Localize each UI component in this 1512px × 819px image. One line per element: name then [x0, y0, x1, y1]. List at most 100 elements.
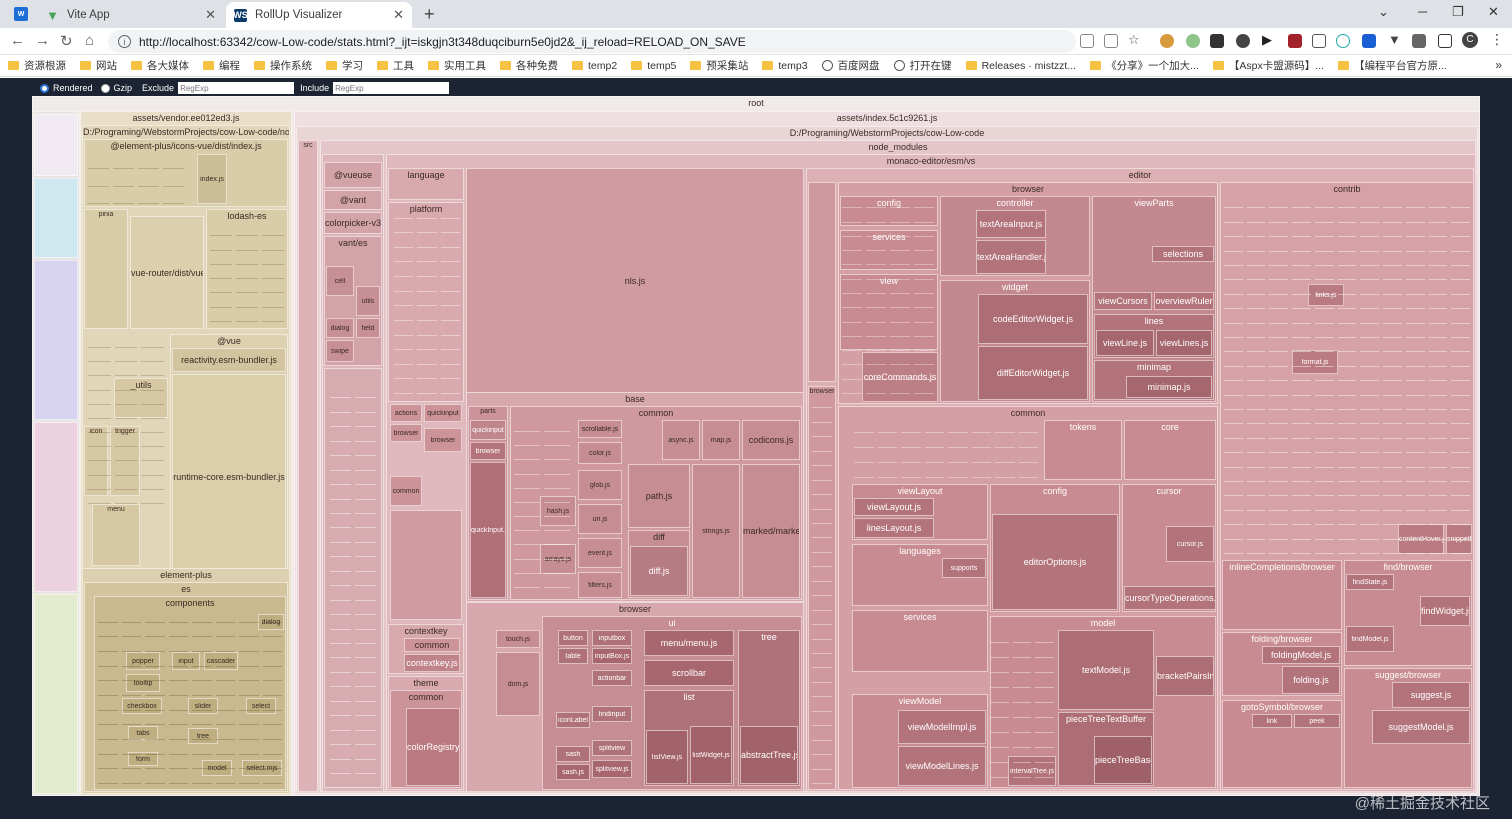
treemap-node-find-state[interactable]: findState.js	[1346, 574, 1394, 590]
treemap-node-bracket-pairs[interactable]: bracketPairsImpl.js	[1156, 656, 1214, 696]
treemap-node-menu-js[interactable]: menu/menu.js	[644, 630, 734, 656]
treemap-node-snippet-parser[interactable]: snippetParser.js	[1446, 524, 1472, 554]
treemap-node-supports[interactable]: supports	[942, 558, 986, 578]
treemap-node-arrays-js[interactable]: arrays.js	[540, 544, 576, 574]
treemap-node-suggest-js[interactable]: suggest.js	[1392, 682, 1470, 708]
treemap-node-tree[interactable]: tree	[188, 728, 218, 744]
treemap-node-format-js[interactable]: format.js	[1292, 350, 1338, 374]
treemap-node-color-registry[interactable]: colorRegistry.js	[406, 708, 460, 786]
treemap-node-dom-js[interactable]: dom.js	[496, 652, 540, 716]
treemap-node-nls-js[interactable]: nls.js	[466, 168, 804, 394]
treemap-node-inputbox-js[interactable]: inputBox.js	[592, 648, 632, 664]
include-input[interactable]	[333, 82, 450, 94]
treemap-node-core[interactable]: core	[1124, 420, 1216, 480]
home-icon[interactable]: ⌂	[85, 32, 94, 49]
bookmark-item[interactable]: 学习	[326, 58, 363, 73]
bookmark-item[interactable]: 【编程平台官方原...	[1337, 58, 1447, 73]
treemap-node-code-editor-widget[interactable]: codeEditorWidget.js	[978, 294, 1088, 344]
treemap-node-path-js[interactable]: path.js	[628, 464, 690, 528]
treemap-node-contextkey-js[interactable]: contextkey.js	[404, 654, 460, 672]
bookmark-item[interactable]: temp3	[762, 60, 808, 72]
extension-v-icon[interactable]: ▼	[1388, 32, 1402, 47]
treemap-node-hash-js[interactable]: hash.js	[540, 496, 576, 526]
profile-avatar[interactable]: C	[1462, 32, 1478, 48]
gzip-radio[interactable]	[100, 83, 110, 93]
extension-sync-icon[interactable]	[1336, 34, 1350, 48]
treemap-node-touch-js[interactable]: touch.js	[496, 630, 540, 648]
bookmark-item[interactable]: 资源根源	[8, 58, 66, 73]
menu-kebab-icon[interactable]: ⋮	[1490, 31, 1504, 47]
treemap-node-map-js[interactable]: map.js	[702, 420, 740, 460]
treemap-node-links-js[interactable]: links.js	[1308, 284, 1344, 306]
treemap-node-language[interactable]: language	[388, 168, 464, 200]
url-field[interactable]: i http://localhost:63342/cow-Low-code/st…	[108, 30, 1076, 53]
treemap-node-dialog[interactable]: dialog	[258, 614, 284, 630]
bookmark-item[interactable]: 预采集站	[690, 58, 748, 73]
treemap-node-textarea-handler[interactable]: textAreaHandler.js	[976, 240, 1046, 274]
treemap-node-editor-standalone[interactable]	[808, 182, 836, 382]
treemap-node-common-services[interactable]: services	[852, 610, 988, 672]
treemap-node-browser-services[interactable]: services	[840, 230, 938, 270]
treemap-node-viewlines-js[interactable]: viewLines.js	[1156, 330, 1212, 356]
treemap-node-checkbox[interactable]: checkbox	[122, 698, 162, 714]
treemap-node-table[interactable]: table	[558, 648, 588, 664]
treemap-node-button[interactable]: button	[558, 630, 588, 646]
treemap-node-model[interactable]: model	[202, 760, 232, 776]
treemap-node-popper[interactable]: popper	[126, 652, 160, 670]
treemap-node-vue-reactivity[interactable]: reactivity.esm-bundler.js	[172, 348, 286, 372]
treemap-node-codicons-js[interactable]: codicons.js	[742, 420, 800, 460]
extension-glasses-icon[interactable]	[1236, 34, 1250, 48]
treemap-node-tokens[interactable]: tokens	[1044, 420, 1122, 480]
treemap-node-form[interactable]: form	[128, 752, 158, 766]
extension-u-icon[interactable]	[1362, 34, 1376, 48]
treemap-node-actionbar[interactable]: actionbar	[592, 670, 632, 686]
bookmark-item[interactable]: 实用工具	[428, 58, 486, 73]
treemap-node-parts-quickinput[interactable]: quickinput	[470, 420, 506, 440]
treemap-node-viewline-js[interactable]: viewLine.js	[1096, 330, 1154, 356]
extension-dark-icon[interactable]	[1210, 34, 1224, 48]
back-icon[interactable]: ←	[10, 32, 25, 49]
extensions-puzzle-icon[interactable]	[1412, 34, 1426, 48]
treemap-node-chunk-b[interactable]	[34, 178, 78, 258]
treemap-node-async-js[interactable]: async.js	[662, 420, 700, 460]
treemap-node-vant-swipe[interactable]: swipe	[326, 340, 354, 362]
share-icon[interactable]	[1104, 34, 1118, 48]
treemap-node-utils[interactable]: _utils	[114, 378, 168, 418]
treemap-node-contextkey-common[interactable]: common	[404, 638, 460, 652]
treemap-node-splitview[interactable]: splitview	[592, 740, 632, 756]
treemap-node-editor-options[interactable]: editorOptions.js	[992, 514, 1118, 610]
treemap-node-find-model[interactable]: findModel.js	[1346, 626, 1394, 652]
treemap-node-quickinput-js[interactable]: quickInput.js	[470, 462, 506, 598]
extension-shield-icon[interactable]	[1288, 34, 1302, 48]
treemap-node-pinia[interactable]: pinia	[84, 209, 128, 329]
bookmark-item[interactable]: Releases · mistzzt...	[965, 60, 1076, 72]
treemap-node-listwidget-js[interactable]: listWidget.js	[690, 726, 732, 784]
treemap-node-marked-js[interactable]: marked/marked.js	[742, 464, 800, 598]
treemap-node-goto-peek[interactable]: peek	[1294, 714, 1340, 728]
rendered-radio[interactable]	[40, 83, 49, 93]
treemap-node-abstract-tree[interactable]: abstractTree.js	[740, 726, 798, 784]
treemap-node-quickinput[interactable]: quickinput	[424, 404, 462, 422]
treemap-node-inline-completions[interactable]: inlineCompletions/browser	[1222, 560, 1342, 630]
tab-rollup-visualizer[interactable]: WS RollUp Visualizer ✕	[226, 2, 412, 28]
treemap-node-cursor-js[interactable]: cursor.js	[1166, 526, 1214, 562]
treemap-node-platform-browser[interactable]: browser	[390, 424, 422, 442]
treemap-node-sash-js[interactable]: sash.js	[556, 764, 590, 780]
treemap-node-vue-runtime-core[interactable]: runtime-core.esm-bundler.js	[172, 374, 286, 580]
treemap-node-glob-js[interactable]: glob.js	[578, 470, 622, 500]
treemap-node-cascader[interactable]: cascader	[204, 652, 238, 670]
treemap-node-platform[interactable]: platform	[388, 202, 464, 402]
treemap-node-chunk-e[interactable]	[34, 594, 78, 794]
treemap-node-select-mjs[interactable]: select.mjs	[242, 760, 282, 776]
treemap-node-vant-field[interactable]: field	[356, 318, 380, 338]
bookmark-item[interactable]: 《分享》一个加大...	[1090, 58, 1199, 73]
treemap-node-viewmodel-lines[interactable]: viewModelLines.js	[898, 746, 986, 786]
reload-icon[interactable]: ↻	[60, 32, 73, 50]
treemap-node-parts-browser[interactable]: browser	[470, 442, 506, 460]
treemap-node-src[interactable]: src	[298, 140, 318, 792]
forward-icon[interactable]: →	[35, 32, 50, 49]
treemap-node-interval-tree[interactable]: intervalTree.js	[1008, 756, 1056, 786]
treemap-node-color-js[interactable]: color.js	[578, 442, 622, 464]
browser-app-icon[interactable]: W	[14, 7, 28, 21]
treemap-node-tabs[interactable]: tabs	[128, 726, 158, 740]
